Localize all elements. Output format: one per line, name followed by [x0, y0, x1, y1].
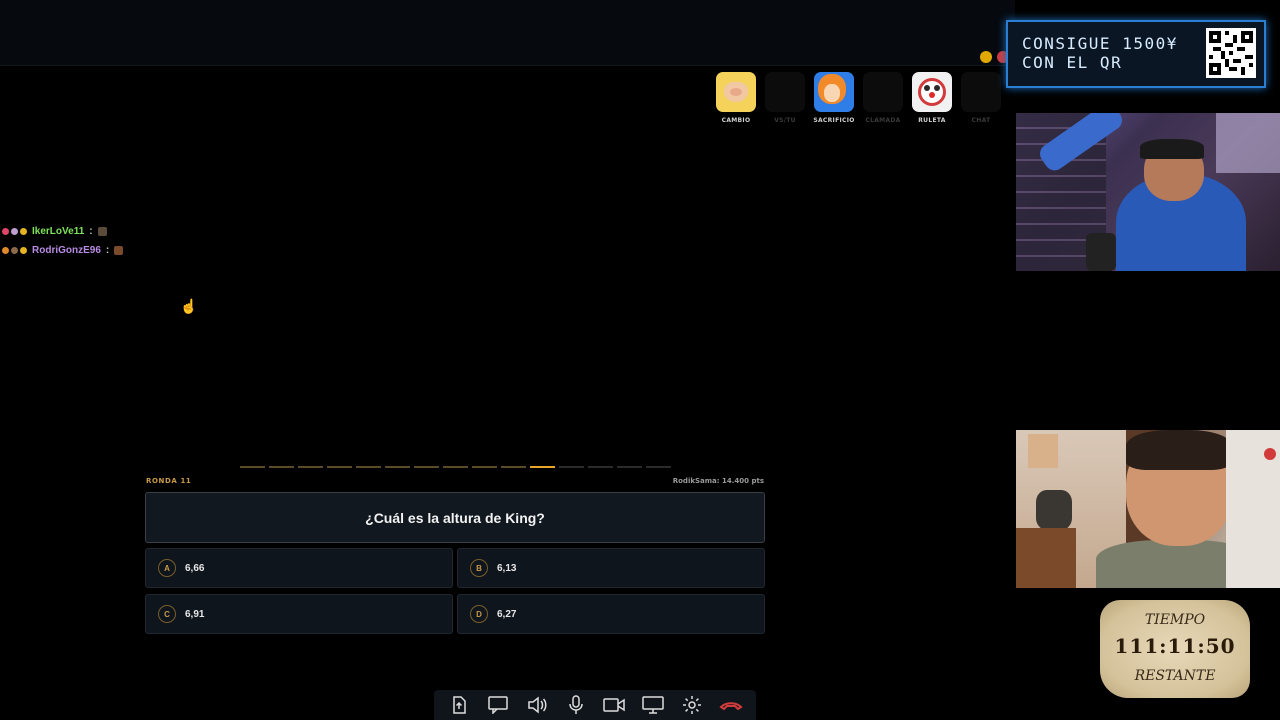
question-text: ¿Cuál es la altura de King? [365, 509, 545, 526]
hang-up-icon [719, 702, 743, 711]
microphone-button[interactable] [564, 693, 588, 717]
answer-letter: D [470, 605, 488, 623]
screen-share-icon [642, 696, 664, 714]
answer-option-b[interactable]: B 6,13 [457, 548, 765, 588]
chat-overlay: IkerLoVe11 : RodriGonzE96 : [2, 222, 124, 260]
powerup-label: SACRIFICIO [813, 117, 855, 124]
answer-value: 6,27 [497, 608, 517, 620]
hang-up-button[interactable] [719, 693, 743, 717]
powerup-ruleta[interactable]: RULETA [912, 72, 952, 124]
powerup-label: CHAT [971, 117, 991, 124]
character-icon [814, 72, 854, 112]
volume-button[interactable] [525, 693, 549, 717]
powerup-chat[interactable]: CHAT [961, 72, 1001, 124]
hand-cursor-icon: ☝ [180, 298, 198, 314]
webcam-feed-streamer [1016, 113, 1280, 271]
qr-code-icon [1206, 28, 1256, 78]
badge-icon [2, 247, 9, 254]
camera-icon [603, 698, 626, 712]
vs-icon [765, 72, 805, 112]
answer-option-c[interactable]: C 6,91 [145, 594, 453, 634]
progress-segment [356, 466, 381, 468]
answer-letter: A [158, 559, 176, 577]
promo-line-1: CONSIGUE 1500¥ [1022, 34, 1178, 53]
badge-icon [11, 228, 18, 235]
answer-value: 6,66 [185, 562, 205, 574]
promo-line-2: CON EL QR [1022, 53, 1123, 72]
share-icon [453, 696, 467, 714]
chat-button[interactable] [486, 693, 510, 717]
powerup-label: CLAMADA [865, 117, 901, 124]
answer-option-a[interactable]: A 6,66 [145, 548, 453, 588]
timer-label-top: TIEMPO [1144, 612, 1206, 628]
answer-option-d[interactable]: D 6,27 [457, 594, 765, 634]
powerup-vs[interactable]: VS/TU [765, 72, 805, 124]
call-toolbar [434, 690, 756, 720]
answer-value: 6,91 [185, 608, 205, 620]
progress-segment [327, 466, 352, 468]
score-label: RodikSama: 14.400 pts [672, 477, 764, 485]
progress-segment [443, 466, 468, 468]
chat-separator: : [105, 245, 110, 256]
progress-segment [385, 466, 410, 468]
progress-segment [298, 466, 323, 468]
webcam-feed-guest [1016, 430, 1280, 588]
progress-segment [472, 466, 497, 468]
round-progress-bar [240, 466, 671, 468]
camera-button[interactable] [602, 693, 626, 717]
emote-icon [114, 246, 124, 255]
chat-message: IkerLoVe11 : [2, 222, 123, 241]
muted-icon [1264, 448, 1276, 460]
powerups-bar: CAMBIO VS/TU SACRIFICIO CLAMADA RULETA C… [716, 72, 1001, 124]
badge-icon [20, 247, 27, 254]
progress-segment [530, 466, 555, 468]
chat-message: RodriGonzE96 : [2, 241, 124, 260]
badge-icon [2, 228, 9, 235]
timer-value: 111:11:50 [1114, 634, 1236, 658]
settings-button[interactable] [680, 693, 704, 717]
chat-username: IkerLoVe11 [32, 226, 85, 237]
chat-username: RodriGonzE96 [32, 245, 101, 256]
clown-icon [912, 72, 952, 112]
emote-icon [97, 227, 107, 236]
answer-value: 6,13 [497, 562, 517, 574]
timer-label-bottom: RESTANTE [1134, 668, 1216, 684]
promo-banner[interactable]: CONSIGUE 1500¥ CON EL QR [1006, 20, 1266, 88]
progress-segment [617, 466, 642, 468]
powerup-label: RULETA [918, 117, 946, 124]
question-box: ¿Cuál es la altura de King? [145, 492, 765, 543]
powerup-cambio[interactable]: CAMBIO [716, 72, 756, 124]
powerup-sacrificio[interactable]: SACRIFICIO [813, 72, 855, 124]
progress-segment [646, 466, 671, 468]
share-button[interactable] [447, 693, 471, 717]
chat-icon [488, 696, 508, 714]
call-icon [863, 72, 903, 112]
chat-separator: : [89, 226, 93, 237]
round-label: RONDA 11 [146, 477, 192, 485]
microphone-icon [568, 695, 583, 714]
hands-icon [716, 72, 756, 112]
minimize-button[interactable] [980, 51, 992, 63]
progress-segment [414, 466, 439, 468]
badge-icon [11, 247, 18, 254]
progress-segment [588, 466, 613, 468]
top-bar [0, 0, 1015, 66]
powerup-label: CAMBIO [721, 117, 751, 124]
progress-segment [269, 466, 294, 468]
badge-icon [20, 228, 27, 235]
volume-icon [528, 696, 547, 714]
answer-letter: B [470, 559, 488, 577]
answer-letter: C [158, 605, 176, 623]
progress-segment [559, 466, 584, 468]
screen-share-button[interactable] [641, 693, 665, 717]
time-remaining-widget: TIEMPO 111:11:50 RESTANTE [1070, 598, 1260, 708]
powerup-label: VS/TU [774, 117, 796, 124]
chat-powerup-icon [961, 72, 1001, 112]
gear-icon [682, 696, 701, 714]
progress-segment [501, 466, 526, 468]
powerup-clamada[interactable]: CLAMADA [863, 72, 903, 124]
progress-segment [240, 466, 265, 468]
